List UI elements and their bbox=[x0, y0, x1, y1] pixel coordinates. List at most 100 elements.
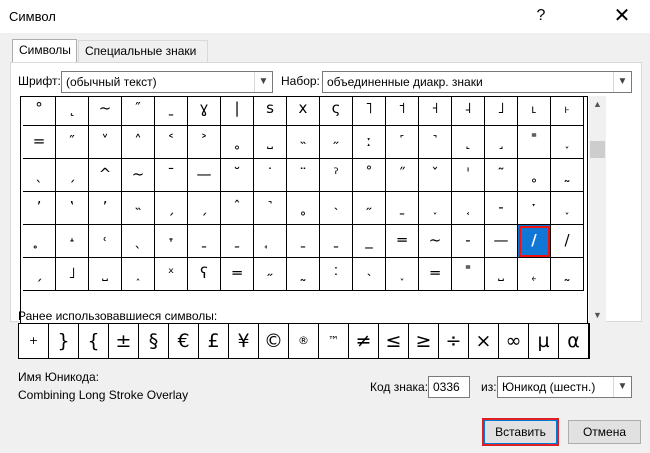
symbol-cell[interactable]: ˶ bbox=[254, 258, 287, 291]
symbol-cell[interactable]: ˍ bbox=[221, 225, 254, 258]
tab-special-characters[interactable]: Специальные знаки bbox=[78, 40, 208, 62]
symbol-cell[interactable]: ^ bbox=[89, 159, 122, 192]
symbol-cell[interactable]: ˍ bbox=[155, 97, 188, 126]
symbol-cell[interactable]: ˷ bbox=[551, 159, 584, 192]
symbol-cell[interactable]: ˳ bbox=[221, 126, 254, 159]
symbol-cell[interactable]: ˆ bbox=[221, 192, 254, 225]
symbol-cell[interactable]: ˏ bbox=[155, 192, 188, 225]
symbol-cell[interactable]: ˅ bbox=[89, 126, 122, 159]
symbol-cell[interactable]: ˀ bbox=[320, 159, 353, 192]
symbol-cell[interactable]: ˣ bbox=[155, 258, 188, 291]
symbol-cell[interactable]: ‛ bbox=[56, 192, 89, 225]
symbol-cell[interactable]: ˯ bbox=[386, 258, 419, 291]
symbol-cell[interactable]: ˳ bbox=[518, 159, 551, 192]
symbol-cell[interactable]: ̘ bbox=[254, 225, 287, 258]
recent-symbol[interactable]: { bbox=[79, 324, 109, 358]
scroll-thumb[interactable] bbox=[590, 141, 605, 158]
symbol-cell[interactable]: = bbox=[23, 126, 56, 159]
symbol-cell[interactable]: ˽ bbox=[485, 258, 518, 291]
recent-symbol[interactable]: ± bbox=[109, 324, 139, 358]
symbol-cell[interactable]: ˵ bbox=[287, 126, 320, 159]
symbol-cell[interactable]: ˏ bbox=[23, 258, 56, 291]
symbol-cell[interactable]: ˿ bbox=[518, 258, 551, 291]
symbol-cell[interactable]: ˺ bbox=[419, 126, 452, 159]
symbol-cell[interactable]: — bbox=[188, 159, 221, 192]
symbol-cell[interactable]: ˪ bbox=[518, 97, 551, 126]
recent-symbol[interactable]: ® bbox=[289, 324, 319, 358]
symbol-cell[interactable]: ˱ bbox=[452, 192, 485, 225]
close-icon[interactable]: ✕ bbox=[602, 4, 642, 28]
symbol-cell[interactable]: | bbox=[221, 97, 254, 126]
recent-symbol[interactable]: € bbox=[169, 324, 199, 358]
tab-symbols[interactable]: Символы bbox=[12, 39, 77, 63]
symbol-cell[interactable]: ˘ bbox=[221, 159, 254, 192]
symbol-cell[interactable]: ’ bbox=[89, 192, 122, 225]
help-icon[interactable]: ? bbox=[526, 4, 556, 28]
symbol-cell[interactable]: ˽ bbox=[89, 258, 122, 291]
symbol-cell[interactable]: ~ bbox=[89, 97, 122, 126]
font-select[interactable]: (обычный текст) ▼ bbox=[61, 71, 273, 93]
symbol-cell[interactable]: ˯ bbox=[551, 192, 584, 225]
symbol-cell[interactable]: ˼ bbox=[485, 126, 518, 159]
recent-symbol[interactable]: ∞ bbox=[499, 324, 529, 358]
symbol-cell[interactable]: ˔ bbox=[56, 225, 89, 258]
symbol-cell[interactable]: ʕ bbox=[188, 258, 221, 291]
recent-symbol[interactable]: α bbox=[559, 324, 589, 358]
symbol-cell[interactable]: — bbox=[485, 225, 518, 258]
symbol-cell[interactable]: ˃ bbox=[188, 126, 221, 159]
symbol-cell[interactable]: ″ bbox=[122, 97, 155, 126]
recent-symbol[interactable]: ¥ bbox=[229, 324, 259, 358]
symbol-cell[interactable]: / bbox=[518, 225, 551, 258]
symbol-cell[interactable]: ˂ bbox=[155, 126, 188, 159]
symbol-cell[interactable]: s bbox=[254, 97, 287, 126]
symbol-cell[interactable]: _ bbox=[353, 225, 386, 258]
symbol-cell[interactable]: ˴ bbox=[353, 258, 386, 291]
symbol-cell[interactable]: x bbox=[287, 97, 320, 126]
symbol-cell[interactable]: ˽ bbox=[254, 126, 287, 159]
symbol-cell[interactable]: ˏ bbox=[56, 159, 89, 192]
symbol-cell[interactable]: ˹ bbox=[386, 126, 419, 159]
recent-symbol[interactable]: ™ bbox=[319, 324, 349, 358]
symbol-cell[interactable]: ˍ bbox=[320, 225, 353, 258]
recent-symbol[interactable]: µ bbox=[529, 324, 559, 358]
symbol-cell[interactable]: ˶ bbox=[320, 126, 353, 159]
symbol-cell[interactable]: ˯ bbox=[551, 126, 584, 159]
symbol-cell[interactable]: / bbox=[551, 225, 584, 258]
symbol-cell[interactable]: ˶ bbox=[353, 192, 386, 225]
symbol-cell[interactable]: ˜ bbox=[485, 159, 518, 192]
symbol-cell[interactable]: ° bbox=[23, 97, 56, 126]
symbol-cell[interactable]: ˴ bbox=[320, 192, 353, 225]
cancel-button[interactable]: Отмена bbox=[568, 420, 641, 444]
recent-symbol[interactable]: § bbox=[139, 324, 169, 358]
symbol-cell[interactable]: ═ bbox=[419, 258, 452, 291]
symbol-cell[interactable]: ˍ bbox=[386, 192, 419, 225]
symbol-cell[interactable]: ˺ bbox=[254, 192, 287, 225]
recent-symbol[interactable]: ≥ bbox=[409, 324, 439, 358]
recent-symbol[interactable]: + bbox=[19, 324, 49, 358]
symbol-cell[interactable]: ˷ bbox=[287, 258, 320, 291]
symbol-cell[interactable]: ˯ bbox=[419, 192, 452, 225]
symbol-cell[interactable]: ¯ bbox=[155, 159, 188, 192]
symbol-cell[interactable]: ˻ bbox=[452, 126, 485, 159]
symbol-cell[interactable]: ˫ bbox=[551, 97, 584, 126]
symbol-cell[interactable]: ˙ bbox=[254, 159, 287, 192]
symbol-cell[interactable]: ˚ bbox=[353, 159, 386, 192]
symbol-cell[interactable]: ~ bbox=[122, 159, 155, 192]
symbol-cell[interactable]: ɣ bbox=[188, 97, 221, 126]
symbol-cell[interactable]: ˩ bbox=[56, 258, 89, 291]
recent-symbol[interactable]: ÷ bbox=[439, 324, 469, 358]
insert-button[interactable]: Вставить bbox=[482, 418, 559, 446]
recent-symbol[interactable]: £ bbox=[199, 324, 229, 358]
scroll-up-icon[interactable]: ▲ bbox=[589, 96, 606, 113]
symbol-cell[interactable]: ˄ bbox=[122, 126, 155, 159]
symbol-cell[interactable]: ˷ bbox=[551, 258, 584, 291]
symbol-cell[interactable]: ˨ bbox=[452, 97, 485, 126]
symbol-cell[interactable]: ˧ bbox=[419, 97, 452, 126]
symbol-cell[interactable]: ˩ bbox=[485, 97, 518, 126]
symbol-cell[interactable]: ˓ bbox=[89, 225, 122, 258]
symbol-cell[interactable]: ˥ bbox=[353, 97, 386, 126]
char-code-input[interactable]: 0336 bbox=[428, 376, 470, 398]
from-select[interactable]: Юникод (шестн.) ▼ bbox=[497, 376, 632, 398]
symbol-cell[interactable]: ˸ bbox=[320, 258, 353, 291]
symbol-cell[interactable]: ˏ bbox=[188, 192, 221, 225]
